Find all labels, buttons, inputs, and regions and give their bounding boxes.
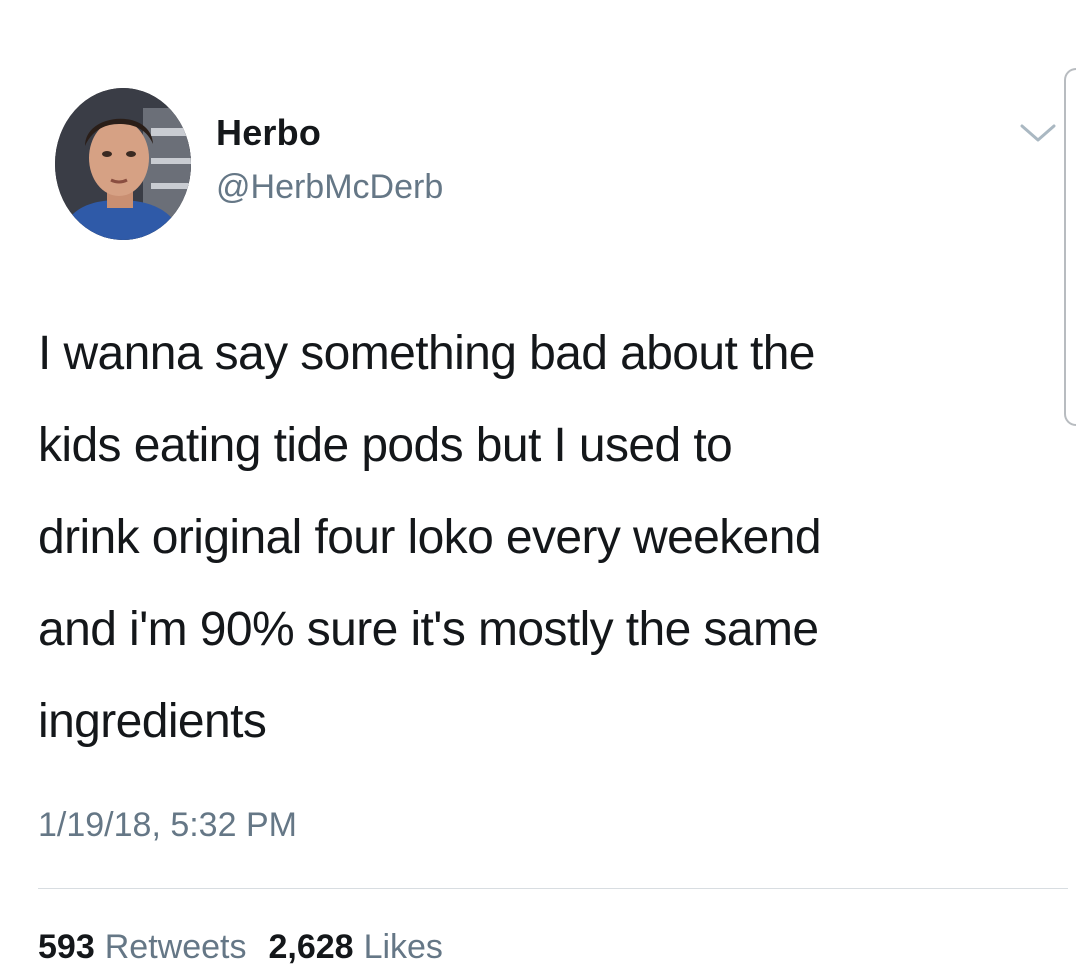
- likes-label: Likes: [363, 928, 443, 966]
- author-handle[interactable]: @HerbMcDerb: [216, 168, 443, 207]
- tweet-text: I wanna say something bad about the kids…: [38, 327, 822, 748]
- tweet-timestamp[interactable]: 1/19/18, 5:32 PM: [38, 806, 297, 845]
- author-display-name[interactable]: Herbo: [216, 112, 321, 154]
- likes-stat[interactable]: 2,628 Likes: [268, 928, 442, 967]
- profile-photo-icon: [55, 88, 191, 240]
- retweets-count: 593: [38, 928, 95, 966]
- author-avatar[interactable]: [55, 88, 191, 240]
- retweets-label: Retweets: [104, 928, 247, 966]
- chevron-down-icon[interactable]: [1016, 118, 1060, 148]
- side-panel-edge: [1064, 68, 1076, 426]
- tweet-stats: 593 Retweets 2,628 Likes: [38, 928, 465, 967]
- retweets-stat[interactable]: 593 Retweets: [38, 928, 246, 967]
- likes-count: 2,628: [268, 928, 354, 966]
- tweet-card: Herbo @HerbMcDerb I wanna say something …: [0, 0, 1076, 980]
- divider: [38, 888, 1068, 889]
